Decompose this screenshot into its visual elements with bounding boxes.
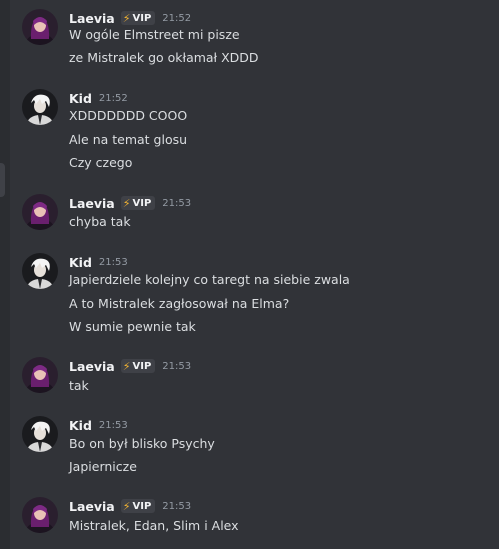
message-timestamp[interactable]: 21:52 xyxy=(99,93,128,104)
message-header: Laevia ⚡ VIP 21:53 xyxy=(69,497,191,515)
username[interactable]: Laevia xyxy=(69,359,115,374)
username[interactable]: Kid xyxy=(69,418,92,433)
username[interactable]: Laevia xyxy=(69,11,115,26)
message-timestamp[interactable]: 21:53 xyxy=(162,198,191,209)
avatar-kid-icon xyxy=(22,416,58,452)
vip-badge-label: VIP xyxy=(132,12,152,24)
message-timestamp[interactable]: 21:52 xyxy=(162,13,191,24)
vip-badge-label: VIP xyxy=(132,500,152,512)
message-text: chyba tak xyxy=(69,214,131,229)
message-header: Kid 21:53 xyxy=(69,253,128,271)
vip-badge[interactable]: ⚡ VIP xyxy=(120,11,156,25)
avatar[interactable] xyxy=(22,9,58,45)
message-timestamp[interactable]: 21:53 xyxy=(99,420,128,431)
vip-badge[interactable]: ⚡ VIP xyxy=(120,359,156,373)
lightning-bolt-icon: ⚡ xyxy=(122,499,131,513)
vip-badge-label: VIP xyxy=(132,360,152,372)
username[interactable]: Laevia xyxy=(69,499,115,514)
avatar-kid-icon xyxy=(22,89,58,125)
lightning-bolt-icon: ⚡ xyxy=(122,11,131,25)
username[interactable]: Laevia xyxy=(69,196,115,211)
lightning-bolt-icon: ⚡ xyxy=(122,196,131,210)
lightning-bolt-icon: ⚡ xyxy=(122,359,131,373)
message-text: A to Mistralek zagłosował na Elma? xyxy=(69,296,290,311)
avatar[interactable] xyxy=(22,89,58,125)
avatar[interactable] xyxy=(22,357,58,393)
message-text: Czy czego xyxy=(69,155,133,170)
message-timestamp[interactable]: 21:53 xyxy=(162,501,191,512)
vip-badge[interactable]: ⚡ VIP xyxy=(120,499,156,513)
message-text: Japierniczе xyxy=(69,459,137,474)
avatar[interactable] xyxy=(22,416,58,452)
message-text: W sumie pewnie tak xyxy=(69,319,196,334)
avatar-laevia-icon xyxy=(22,9,58,45)
message-text: Mistralek, Edan, Slim i Alex xyxy=(69,518,239,533)
avatar[interactable] xyxy=(22,253,58,289)
message-text: tak xyxy=(69,378,89,393)
avatar-laevia-icon xyxy=(22,357,58,393)
message-header: Laevia ⚡ VIP 21:53 xyxy=(69,194,191,212)
username[interactable]: Kid xyxy=(69,255,92,270)
avatar[interactable] xyxy=(22,194,58,230)
message-text: W ogóle Elmstreet mi pisze xyxy=(69,27,240,42)
vip-badge-label: VIP xyxy=(132,197,152,209)
message-header: Laevia ⚡ VIP 21:53 xyxy=(69,357,191,375)
message-text: Japierdziele kolejny co taregt na siebie… xyxy=(69,272,350,287)
username[interactable]: Kid xyxy=(69,91,92,106)
avatar-kid-icon xyxy=(22,253,58,289)
message-text: Bo on był blisko Psychy xyxy=(69,436,215,451)
message-header: Kid 21:52 xyxy=(69,89,128,107)
avatar-laevia-icon xyxy=(22,497,58,533)
message-text: ze Mistralek go okłamał XDDD xyxy=(69,50,259,65)
message-timestamp[interactable]: 21:53 xyxy=(162,361,191,372)
message-timestamp[interactable]: 21:53 xyxy=(99,257,128,268)
message-text: Ale na temat glosu xyxy=(69,132,188,147)
message-header: Kid 21:53 xyxy=(69,416,128,434)
message-feed: Laevia ⚡ VIP 21:52 W ogóle Elmstreet mi … xyxy=(0,0,499,549)
message-header: Laevia ⚡ VIP 21:52 xyxy=(69,9,191,27)
message-text: XDDDDDDD COOO xyxy=(69,108,188,123)
vip-badge[interactable]: ⚡ VIP xyxy=(120,196,156,210)
avatar[interactable] xyxy=(22,497,58,533)
avatar-laevia-icon xyxy=(22,194,58,230)
